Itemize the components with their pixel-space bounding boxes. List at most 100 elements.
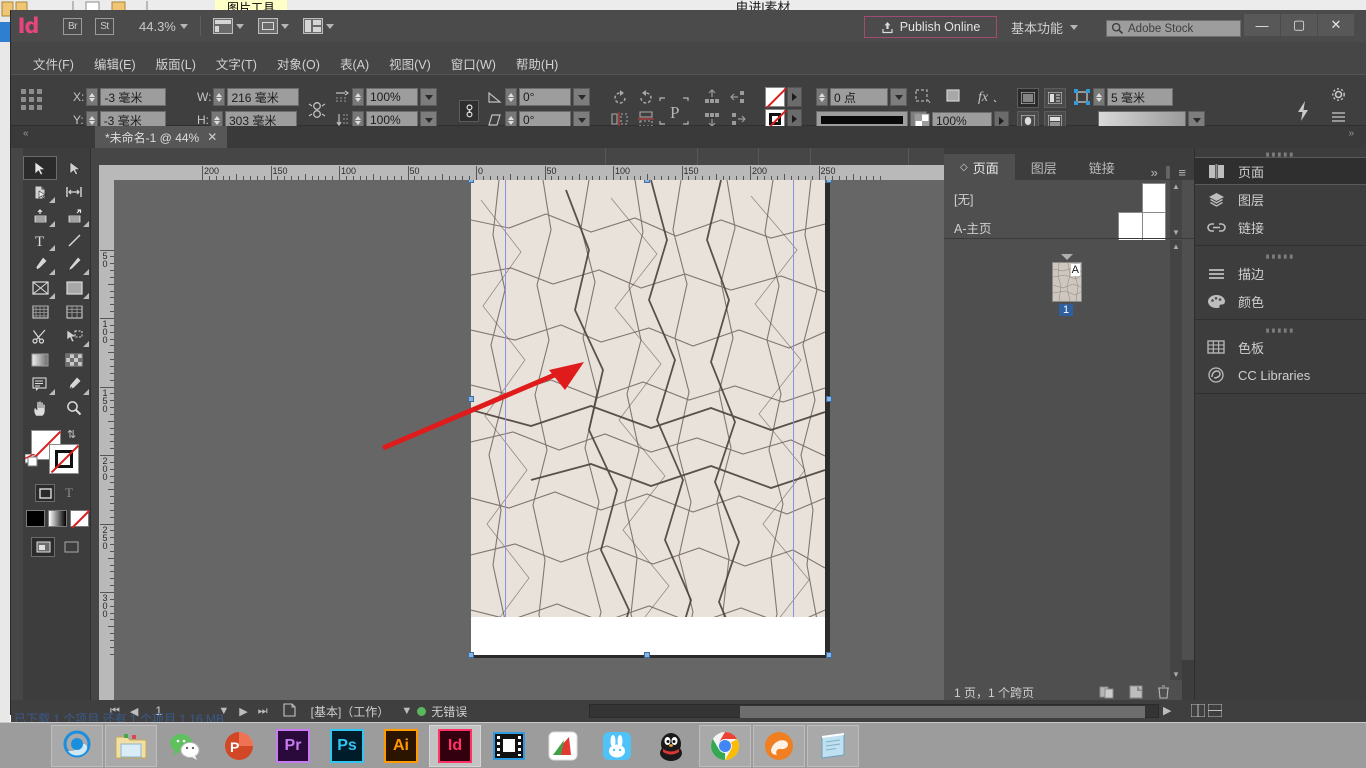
next-page-icon[interactable]: ▶ bbox=[234, 705, 252, 718]
document-tab[interactable]: *未命名-1 @ 44% ✕ bbox=[95, 126, 227, 148]
panel-menu-icon[interactable]: ≡ bbox=[1178, 165, 1186, 180]
zoom-level-value[interactable]: 44.3% bbox=[139, 19, 176, 34]
x-stepper[interactable] bbox=[86, 88, 98, 106]
type-tool[interactable]: T bbox=[23, 228, 57, 252]
split-layout-buttons[interactable] bbox=[1191, 704, 1222, 717]
default-fill-stroke-icon[interactable] bbox=[25, 454, 38, 467]
fill-stroke-control[interactable]: ⇅ bbox=[23, 426, 91, 482]
screen-mode-icon[interactable] bbox=[213, 18, 233, 34]
rotation-stepper[interactable] bbox=[505, 88, 517, 106]
stroke-weight-control[interactable]: 0 点 bbox=[816, 88, 907, 106]
rail-group-2-grip[interactable]: ▖▖▖▖▖ bbox=[1195, 250, 1366, 259]
measure-tool[interactable] bbox=[57, 324, 91, 348]
gradient-tool[interactable] bbox=[23, 348, 57, 372]
sidebar-item-links[interactable]: 链接 bbox=[1195, 213, 1366, 241]
adobe-stock-search[interactable]: Adobe Stock bbox=[1106, 20, 1241, 37]
apply-none-button[interactable] bbox=[70, 510, 89, 527]
direct-selection-tool[interactable] bbox=[57, 156, 91, 180]
frame-fitting-row-1[interactable] bbox=[1017, 88, 1066, 108]
free-transform-tool[interactable] bbox=[23, 300, 57, 324]
close-icon[interactable]: ✕ bbox=[207, 130, 217, 144]
view-options-icon[interactable] bbox=[258, 18, 278, 34]
scale-x-control[interactable]: 100% bbox=[335, 88, 437, 106]
scale-x-input[interactable]: 100% bbox=[366, 88, 418, 106]
document-pages-area[interactable]: A 1 ▲ ▼ bbox=[944, 240, 1182, 680]
taskbar-qq-browser[interactable] bbox=[51, 725, 103, 767]
quick-apply-button[interactable] bbox=[1295, 100, 1311, 122]
left-dock-collapse-handle[interactable]: « bbox=[23, 128, 29, 139]
panel-dock-handle-icon[interactable]: ◇ bbox=[960, 162, 968, 173]
taskbar-foxit-reader[interactable] bbox=[537, 725, 589, 767]
rotation-input[interactable]: 0° bbox=[519, 88, 571, 106]
apply-color-button[interactable] bbox=[26, 510, 45, 527]
zoom-dropdown-icon[interactable] bbox=[180, 24, 188, 29]
tab-links[interactable]: 链接 bbox=[1073, 154, 1131, 180]
taskbar-powerpoint[interactable]: P bbox=[213, 725, 265, 767]
taskbar-file-explorer[interactable] bbox=[105, 725, 157, 767]
normal-view-mode-button[interactable] bbox=[31, 537, 55, 557]
formatting-affects-text-button[interactable]: T bbox=[59, 484, 79, 502]
zoom-tool[interactable] bbox=[57, 396, 91, 420]
constrain-scale-toggle[interactable] bbox=[459, 100, 479, 122]
fill-swatch-control[interactable] bbox=[765, 87, 802, 107]
preflight-dropdown-icon[interactable]: ▼ bbox=[389, 705, 417, 717]
master-list-scrollbar[interactable]: ▲ ▼ bbox=[1170, 180, 1182, 238]
sidebar-item-swatches[interactable]: 色板 bbox=[1195, 333, 1366, 361]
selection-handle-br[interactable] bbox=[826, 652, 832, 658]
flip-buttons[interactable] bbox=[611, 111, 655, 127]
menu-type[interactable]: 文字(T) bbox=[206, 52, 267, 75]
selection-handle-bc[interactable] bbox=[644, 652, 650, 658]
rail-group-3-grip[interactable]: ▖▖▖▖▖ bbox=[1195, 324, 1366, 333]
line-tool[interactable] bbox=[57, 228, 91, 252]
menu-object[interactable]: 对象(O) bbox=[267, 52, 330, 75]
rectangle-tool[interactable] bbox=[57, 276, 91, 300]
gradient-swatch-tool[interactable] bbox=[57, 300, 91, 324]
menu-table[interactable]: 表(A) bbox=[330, 52, 379, 75]
screen-mode-dropdown-icon[interactable] bbox=[236, 24, 244, 29]
page-thumbnail-1[interactable]: A bbox=[1052, 262, 1082, 302]
vertical-ruler[interactable]: 5 01 0 01 5 02 0 02 5 03 0 0 bbox=[99, 180, 114, 700]
rotate-buttons[interactable] bbox=[611, 89, 655, 107]
selection-handle-tc[interactable] bbox=[644, 180, 650, 183]
stroke-weight-input[interactable]: 0 点 bbox=[830, 88, 888, 106]
sidebar-item-color[interactable]: 颜色 bbox=[1195, 287, 1366, 315]
view-options-control[interactable] bbox=[258, 18, 289, 34]
selection-handle-tl[interactable] bbox=[468, 180, 474, 183]
scissors-tool[interactable] bbox=[23, 324, 57, 348]
preflight-doc-icon[interactable] bbox=[273, 703, 303, 720]
fill-frame-proportionally-button[interactable] bbox=[1044, 88, 1066, 108]
tab-pages[interactable]: ◇ 页面 bbox=[944, 154, 1015, 180]
pencil-tool[interactable] bbox=[57, 252, 91, 276]
right-dock-collapse-handle[interactable]: » bbox=[1348, 128, 1354, 139]
minimize-button[interactable]: — bbox=[1244, 14, 1281, 36]
menu-edit[interactable]: 编辑(E) bbox=[84, 52, 146, 75]
fill-swatch-dropdown[interactable] bbox=[787, 87, 802, 107]
effects-row[interactable]: fx bbox=[914, 88, 998, 104]
scale-x-stepper[interactable] bbox=[352, 88, 364, 106]
taskbar-maxthon[interactable] bbox=[753, 725, 805, 767]
menu-window[interactable]: 窗口(W) bbox=[441, 52, 506, 75]
edit-page-size-icon[interactable] bbox=[1099, 685, 1115, 699]
last-page-icon[interactable]: ⏭ bbox=[253, 705, 273, 718]
workspace-dropdown-icon[interactable] bbox=[1070, 25, 1078, 30]
taskbar-qq[interactable] bbox=[645, 725, 697, 767]
column-guide-right[interactable] bbox=[793, 180, 794, 653]
taskbar-indesign[interactable]: Id bbox=[429, 725, 481, 767]
gap-tool[interactable] bbox=[57, 180, 91, 204]
fit-content-proportionally-button[interactable] bbox=[1017, 88, 1039, 108]
sidebar-item-cc-libraries[interactable]: CC Libraries bbox=[1195, 361, 1366, 389]
scroll-up-icon[interactable]: ▲ bbox=[1170, 180, 1182, 192]
horizontal-scroll-thumb[interactable] bbox=[740, 706, 1145, 718]
horizontal-scrollbar[interactable] bbox=[589, 704, 1159, 718]
fill-swatch-none[interactable] bbox=[765, 87, 785, 107]
publish-online-button[interactable]: Publish Online bbox=[864, 16, 997, 38]
rotation-dropdown[interactable] bbox=[573, 88, 590, 106]
apply-gradient-button[interactable] bbox=[48, 510, 67, 527]
corner-size-stepper[interactable] bbox=[1093, 88, 1105, 106]
arrange-documents-dropdown-icon[interactable] bbox=[326, 24, 334, 29]
view-options-dropdown-icon[interactable] bbox=[281, 24, 289, 29]
x-position-control[interactable]: X: -3 毫米 bbox=[73, 88, 166, 106]
pages-area-scrollbar[interactable]: ▲ ▼ bbox=[1170, 240, 1182, 680]
master-row-a[interactable]: A-主页 bbox=[954, 213, 1182, 241]
arrange-documents-control[interactable] bbox=[303, 18, 334, 34]
